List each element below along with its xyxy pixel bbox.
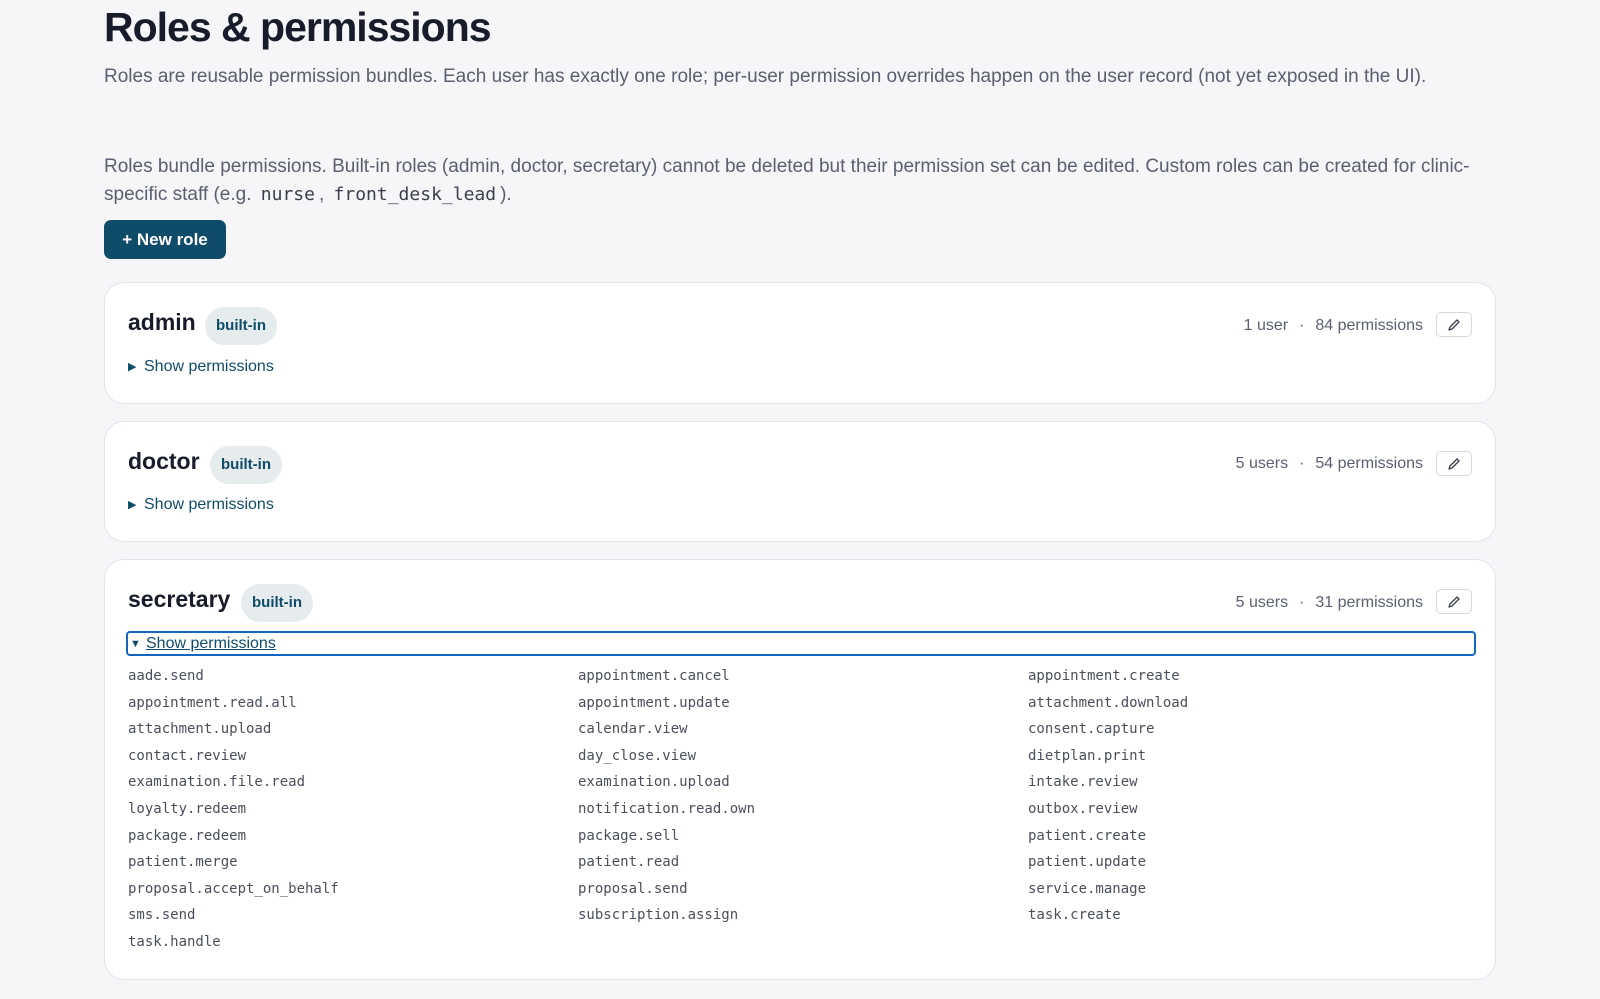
edit-role-button[interactable] [1436, 312, 1472, 337]
caret-down-icon: ▼ [130, 637, 141, 650]
description-after: ). [500, 184, 512, 205]
edit-role-button[interactable] [1436, 451, 1472, 476]
meta-separator: · [1299, 455, 1305, 472]
built-in-badge: built-in [205, 307, 277, 345]
permission-item: notification.read.own [578, 800, 756, 817]
toggle-label: Show permissions [144, 357, 274, 375]
role-meta: 1 user · 84 permissions [1244, 317, 1423, 335]
permission-item: package.redeem [128, 827, 247, 844]
role-name: secretary [128, 586, 231, 612]
permission-item: consent.capture [1028, 721, 1155, 738]
permission-item: examination.upload [578, 774, 730, 791]
role-name: doctor [128, 448, 200, 474]
permission-item: package.sell [578, 827, 680, 844]
permission-item: appointment.update [578, 694, 730, 711]
caret-right-icon: ▶ [128, 499, 137, 511]
permission-item: sms.send [128, 907, 196, 924]
permission-item: patient.update [1028, 854, 1147, 871]
permission-item: attachment.upload [128, 721, 272, 738]
permission-item: proposal.send [578, 880, 688, 897]
permission-item: subscription.assign [578, 907, 739, 924]
permission-item: appointment.read.all [128, 694, 297, 711]
permission-item: intake.review [1028, 774, 1138, 791]
edit-role-button[interactable] [1436, 589, 1472, 614]
toggle-label: Show permissions [144, 495, 274, 513]
example-separator: , [318, 184, 325, 205]
user-count: 1 user [1243, 317, 1289, 334]
permission-item: dietplan.print [1028, 747, 1147, 764]
built-in-badge: built-in [241, 584, 313, 622]
permission-count: 84 permissions [1315, 317, 1423, 334]
show-permissions-toggle[interactable]: ▼ Show permissions [126, 631, 1476, 656]
user-count: 5 users [1235, 455, 1289, 472]
role-card-secretary: secretary built-in 5 users · 31 permission… [104, 559, 1496, 980]
permission-item: proposal.accept_on_behalf [128, 880, 339, 897]
pencil-icon [1448, 457, 1460, 470]
permission-item: task.create [1028, 907, 1121, 924]
show-permissions-toggle[interactable]: ▶ Show permissions [128, 354, 274, 379]
user-count: 5 users [1235, 594, 1289, 611]
meta-separator: · [1299, 594, 1305, 611]
permission-item: appointment.cancel [578, 668, 730, 684]
example-role-nurse: nurse [260, 184, 315, 205]
meta-separator: · [1299, 317, 1305, 334]
permission-item: contact.review [128, 747, 247, 764]
show-permissions-toggle[interactable]: ▶ Show permissions [128, 492, 274, 517]
permission-count: 54 permissions [1315, 455, 1423, 472]
description-text: Roles bundle permissions. Built-in roles… [104, 153, 1496, 209]
permission-item: patient.create [1028, 827, 1147, 844]
permission-item: outbox.review [1028, 800, 1138, 817]
pencil-icon [1448, 318, 1460, 331]
permission-item: day_close.view [578, 747, 697, 764]
role-card-admin: admin built-in 1 user · 84 permissions ▶ S… [104, 282, 1496, 404]
pencil-icon [1448, 595, 1460, 608]
role-name: admin [128, 309, 196, 335]
role-meta: 5 users · 54 permissions [1236, 455, 1423, 473]
toggle-label: Show permissions [146, 634, 276, 652]
example-role-front-desk-lead: front_desk_lead [333, 184, 497, 205]
permission-item: patient.merge [128, 854, 238, 871]
role-card-doctor: doctor built-in 5 users · 54 permissions ▶… [104, 421, 1496, 542]
role-meta: 5 users · 31 permissions [1236, 594, 1423, 612]
page-title: Roles & permissions [104, 4, 492, 50]
permission-item: calendar.view [578, 721, 688, 738]
permission-item: loyalty.redeem [128, 800, 247, 817]
permission-item: service.manage [1028, 880, 1147, 897]
permission-item: attachment.download [1028, 694, 1189, 711]
permission-item: appointment.create [1028, 668, 1180, 684]
built-in-badge: built-in [210, 446, 282, 484]
new-role-button[interactable]: + New role [104, 220, 226, 259]
caret-right-icon: ▶ [128, 361, 137, 373]
permission-count: 31 permissions [1315, 594, 1423, 611]
permission-item: examination.file.read [128, 774, 306, 791]
permission-item: aade.send [128, 668, 204, 684]
intro-text: Roles are reusable permission bundles. E… [104, 66, 1427, 87]
permission-item: patient.read [578, 854, 680, 871]
permission-item: task.handle [128, 933, 221, 950]
permission-list: aade.send appointment.cancel appointment.c… [128, 663, 1478, 956]
